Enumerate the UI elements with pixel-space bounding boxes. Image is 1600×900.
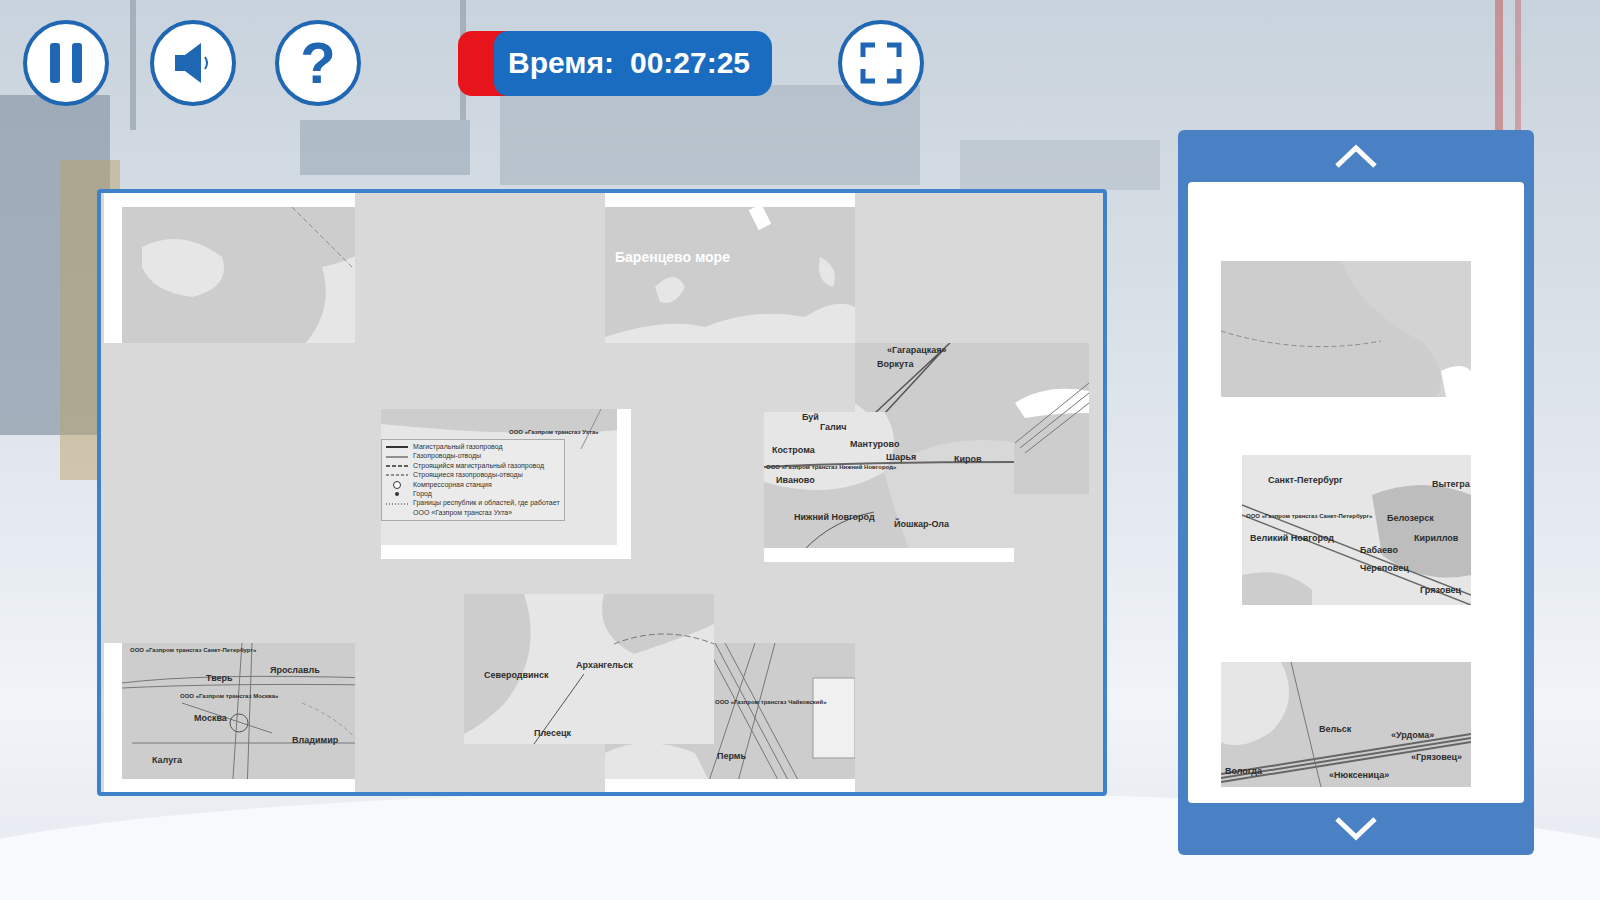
map-label: Иваново: [776, 475, 815, 485]
legend-text: Строящийся магистральный газопровод: [413, 462, 544, 470]
legend-text: Границы республик и областей, где работа…: [413, 499, 560, 507]
map-label: Галич: [820, 422, 846, 432]
puzzle-piece[interactable]: [104, 193, 355, 343]
help-button[interactable]: ?: [275, 20, 361, 106]
tray-list: Санкт-Петербург Вытегра ООО «Газпром транс…: [1188, 182, 1524, 803]
map-label: Вологда: [1225, 766, 1262, 776]
legend-entry: Город: [386, 490, 560, 498]
pause-icon: [46, 41, 86, 85]
map-label: Белозерск: [1387, 513, 1434, 523]
map-fragment: [1221, 261, 1471, 397]
map-label: Киров: [954, 454, 982, 464]
map-label: ООО «Газпром трансгаз Ухта»: [509, 429, 599, 436]
map-label: Владимир: [292, 735, 338, 745]
map-label: ООО «Газпром трансгаз Чайковский»: [715, 699, 827, 706]
question-icon: ?: [300, 34, 335, 92]
legend-text: Газопроводы-отводы: [413, 452, 481, 460]
legend-entry: Границы республик и областей, где работа…: [386, 499, 560, 507]
legend-text: Строящиеся газопроводы-отводы: [413, 471, 523, 479]
fullscreen-button[interactable]: [838, 20, 924, 106]
fullscreen-icon: [859, 41, 903, 85]
legend-entry: Компрессорная станция: [386, 481, 560, 489]
legend-symbol-icon: [386, 490, 408, 498]
legend-symbol-icon: [386, 443, 408, 451]
map-label: Москва: [194, 713, 227, 723]
map-fragment: [605, 207, 855, 343]
timer-pill: Время: 00:27:25: [494, 31, 772, 96]
legend-entry: Строящиеся газопроводы-отводы: [386, 471, 560, 479]
legend-entry: Магистральный газопровод: [386, 443, 560, 451]
map-label: Ярославль: [270, 665, 320, 675]
map-label: Пермь: [717, 751, 746, 761]
map-legend: Магистральный газопроводГазопроводы-отво…: [381, 439, 565, 521]
map-label: Тверь: [206, 673, 233, 683]
legend-entry: ООО «Газпром трансгаз Ухта»: [386, 509, 560, 517]
map-label: Воркута: [877, 359, 914, 369]
map-label: Вельск: [1319, 724, 1351, 734]
map-label: Грязовец: [1420, 585, 1461, 595]
timer: Время: 00:27:25: [458, 31, 772, 96]
puzzle-board: Баренцево море «Гагарацкая» Воркута БуйГали…: [97, 189, 1107, 796]
map-label: ООО «Газпром трансгаз Санкт-Петербург»: [130, 647, 256, 654]
map-label: Калуга: [152, 755, 182, 765]
legend-symbol-icon: [386, 462, 408, 470]
map-label: Мантурово: [850, 439, 899, 449]
scroll-down-button[interactable]: [1178, 803, 1534, 855]
top-bar: ? Время: 00:27:25: [0, 0, 1600, 104]
map-label: Кириллов: [1414, 533, 1458, 543]
map-label: Кострома: [772, 445, 815, 455]
puzzle-piece[interactable]: Северодвинск Архангельск Плесецк: [464, 594, 714, 744]
sound-button[interactable]: [150, 20, 236, 106]
puzzle-piece[interactable]: Баренцево море: [605, 193, 855, 343]
tray-piece[interactable]: [1221, 261, 1471, 397]
map-label: ООО «Газпром трансгаз Нижний Новгород»: [766, 464, 896, 471]
pause-button[interactable]: [23, 20, 109, 106]
map-label: Плесецк: [534, 728, 571, 738]
legend-entry: Газопроводы-отводы: [386, 452, 560, 460]
legend-symbol-icon: [386, 453, 408, 461]
map-label: ООО «Газпром трансгаз Москва»: [180, 693, 278, 700]
legend-text: Компрессорная станция: [413, 481, 492, 489]
map-label: «Гагарацкая»: [887, 345, 947, 355]
map-label: Северодвинск: [484, 670, 549, 680]
timer-label: Время:: [508, 46, 614, 80]
map-label: Санкт-Петербург: [1268, 475, 1343, 485]
timer-value: 00:27:25: [630, 46, 750, 80]
map-label: Буй: [802, 412, 819, 422]
map-label: «Нюксеница»: [1329, 770, 1389, 780]
legend-symbol-icon: [386, 481, 408, 489]
legend-text: Магистральный газопровод: [413, 443, 503, 451]
legend-text: ООО «Газпром трансгаз Ухта»: [413, 509, 512, 517]
puzzle-piece[interactable]: БуйГалич Кострома Мантурово Шарья Киров ООО «…: [764, 412, 1014, 562]
game-area: Баренцево море «Гагарацкая» Воркута БуйГали…: [0, 130, 1600, 855]
map-label: Шарья: [886, 452, 916, 462]
legend-symbol-icon: [386, 471, 408, 479]
map-label: Йошкар-Ола: [894, 519, 949, 529]
map-label: Череповец: [1360, 563, 1409, 573]
map-label: Вытегра: [1432, 479, 1470, 489]
scroll-up-button[interactable]: [1178, 130, 1534, 182]
map-label: «Урдома»: [1391, 730, 1434, 740]
puzzle-piece[interactable]: ООО «Газпром трансгаз Санкт-Петербург» Яр…: [104, 643, 355, 793]
tray-piece[interactable]: Вельск «Урдома» «Грязовец» Вологда «Нюксениц…: [1221, 662, 1471, 787]
map-label: Баренцево море: [615, 249, 730, 265]
chevron-down-icon: [1333, 815, 1379, 843]
chevron-up-icon: [1333, 142, 1379, 170]
speaker-icon: [171, 41, 215, 85]
map-label: Архангельск: [576, 660, 633, 670]
map-label: «Грязовец»: [1411, 752, 1462, 762]
legend-symbol-icon: [386, 509, 408, 517]
map-fragment: [122, 207, 355, 343]
piece-tray: Санкт-Петербург Вытегра ООО «Газпром транс…: [1178, 130, 1534, 855]
puzzle-piece[interactable]: ООО «Газпром трансгаз Ухта»Магистральный…: [381, 409, 631, 559]
legend-entry: Строящийся магистральный газопровод: [386, 462, 560, 470]
legend-text: Город: [413, 490, 432, 498]
map-label: ООО «Газпром трансгаз Санкт-Петербург»: [1246, 513, 1372, 520]
map-label: Нижний Новгород: [794, 512, 875, 522]
legend-symbol-icon: [386, 500, 408, 508]
map-label: Великий Новгород: [1250, 533, 1334, 543]
tray-piece[interactable]: Санкт-Петербург Вытегра ООО «Газпром транс…: [1242, 455, 1471, 605]
map-label: Бабаево: [1360, 545, 1398, 555]
